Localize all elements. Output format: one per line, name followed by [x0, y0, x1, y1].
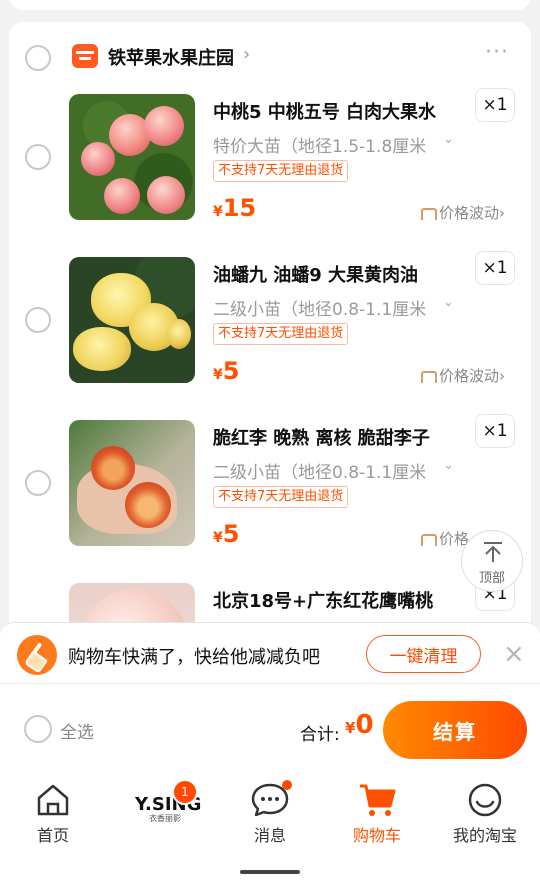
- price-wave-icon: [421, 207, 437, 220]
- select-all-label[interactable]: 全选: [60, 718, 94, 743]
- item-select-radio[interactable]: [25, 470, 51, 496]
- item-spec[interactable]: 特价大苗（地径1.5-1.8厘米: [213, 132, 453, 157]
- price-fluctuation-link[interactable]: 价格: [421, 528, 469, 549]
- item-spec[interactable]: 二级小苗（地径0.8-1.1厘米: [213, 458, 453, 483]
- item-select-radio[interactable]: [25, 144, 51, 170]
- shop-header: 铁苹果水果庄园 › ···: [9, 22, 531, 94]
- checkout-button[interactable]: 结算: [383, 701, 527, 759]
- home-icon: [37, 784, 69, 816]
- chevron-right-icon[interactable]: ›: [243, 44, 250, 65]
- notice-text: 购物车快满了，快给他减减负吧: [68, 647, 320, 668]
- smiley-icon: [468, 783, 502, 817]
- select-all-radio[interactable]: [24, 715, 52, 743]
- more-icon[interactable]: ···: [485, 40, 509, 65]
- return-policy-tag: 不支持7天无理由退货: [213, 323, 349, 345]
- total-label: 合计:: [300, 725, 340, 745]
- tab-label: 首页: [36, 826, 69, 845]
- price-fluctuation-link[interactable]: 价格波动›: [421, 202, 505, 223]
- item-price: ¥5: [213, 357, 240, 385]
- price-wave-icon: [421, 370, 437, 383]
- unread-dot: [282, 780, 292, 790]
- shop-select-radio[interactable]: [25, 45, 51, 71]
- item-title[interactable]: 脆红李 晚熟 离核 脆甜李子: [213, 424, 463, 450]
- previous-card-edge: [9, 0, 531, 10]
- item-title[interactable]: 油蟠九 油蟠9 大果黄肉油: [213, 261, 463, 287]
- cart-full-notice: 购物车快满了，快给他减减负吧 一键清理 ×: [0, 622, 540, 684]
- tab-home[interactable]: 首页: [8, 780, 98, 850]
- item-price: ¥5: [213, 520, 240, 548]
- chevron-down-icon[interactable]: ⌄: [443, 132, 454, 147]
- chevron-down-icon[interactable]: ⌄: [443, 295, 454, 310]
- quantity-button[interactable]: ×1: [475, 88, 515, 122]
- product-image[interactable]: [69, 94, 195, 220]
- price-wave-icon: [421, 533, 437, 546]
- product-image[interactable]: [69, 420, 195, 546]
- item-price: ¥15: [213, 194, 257, 222]
- shop-name[interactable]: 铁苹果水果庄园: [108, 44, 234, 70]
- tab-messages[interactable]: 消息: [225, 780, 315, 850]
- item-select-radio[interactable]: [25, 307, 51, 333]
- close-icon[interactable]: ×: [503, 639, 525, 669]
- shop-icon: [72, 44, 98, 68]
- quantity-button[interactable]: ×1: [475, 414, 515, 448]
- shop-card: 铁苹果水果庄园 › ··· 中桃5 中桃五号 白肉大果水 ×1 特价大苗（地径1…: [9, 22, 531, 722]
- home-indicator: [240, 870, 300, 874]
- price-fluctuation-link[interactable]: 价格波动›: [421, 365, 505, 386]
- item-title[interactable]: 北京18号+广东红花鹰嘴桃: [213, 587, 463, 613]
- cart-icon: [360, 784, 396, 816]
- tab-my-taobao[interactable]: 我的淘宝: [440, 780, 530, 850]
- return-policy-tag: 不支持7天无理由退货: [213, 486, 349, 508]
- product-image[interactable]: [69, 257, 195, 383]
- back-to-top-label: 顶部: [478, 571, 505, 586]
- chevron-down-icon[interactable]: ⌄: [443, 458, 454, 473]
- item-spec[interactable]: 二级小苗（地径0.8-1.1厘米: [213, 295, 453, 320]
- cart-item: 油蟠九 油蟠9 大果黄肉油 ×1 二级小苗（地径0.8-1.1厘米 ⌄ 不支持7…: [9, 251, 531, 420]
- back-to-top-button[interactable]: 顶部: [461, 530, 523, 592]
- arrow-up-icon: [484, 542, 502, 562]
- cart-item: 脆红李 晚熟 离核 脆甜李子 ×1 二级小苗（地径0.8-1.1厘米 ⌄ 不支持…: [9, 414, 531, 583]
- one-click-clean-button[interactable]: 一键清理: [366, 635, 481, 673]
- return-policy-tag: 不支持7天无理由退货: [213, 160, 349, 182]
- notification-badge: 1: [172, 779, 198, 805]
- tab-label: 我的淘宝: [452, 826, 517, 845]
- total-value: ¥0: [345, 710, 374, 740]
- cart-item: 中桃5 中桃五号 白肉大果水 ×1 特价大苗（地径1.5-1.8厘米 ⌄ 不支持…: [9, 88, 531, 257]
- broom-icon: [17, 635, 57, 675]
- quantity-button[interactable]: ×1: [475, 251, 515, 285]
- tab-store-logo[interactable]: Y.SING 衣香丽影 1: [112, 779, 202, 850]
- checkout-bar: 全选 合计: ¥0 结算 首页 Y.SING 衣香丽影 1 消息 购物车 我的淘…: [0, 684, 540, 896]
- tab-label: 消息: [253, 826, 286, 845]
- tab-cart[interactable]: 购物车: [332, 780, 422, 850]
- tab-label: 购物车: [352, 826, 401, 845]
- item-title[interactable]: 中桃5 中桃五号 白肉大果水: [213, 98, 463, 124]
- bottom-tab-bar: 首页 Y.SING 衣香丽影 1 消息 购物车 我的淘宝: [0, 779, 540, 850]
